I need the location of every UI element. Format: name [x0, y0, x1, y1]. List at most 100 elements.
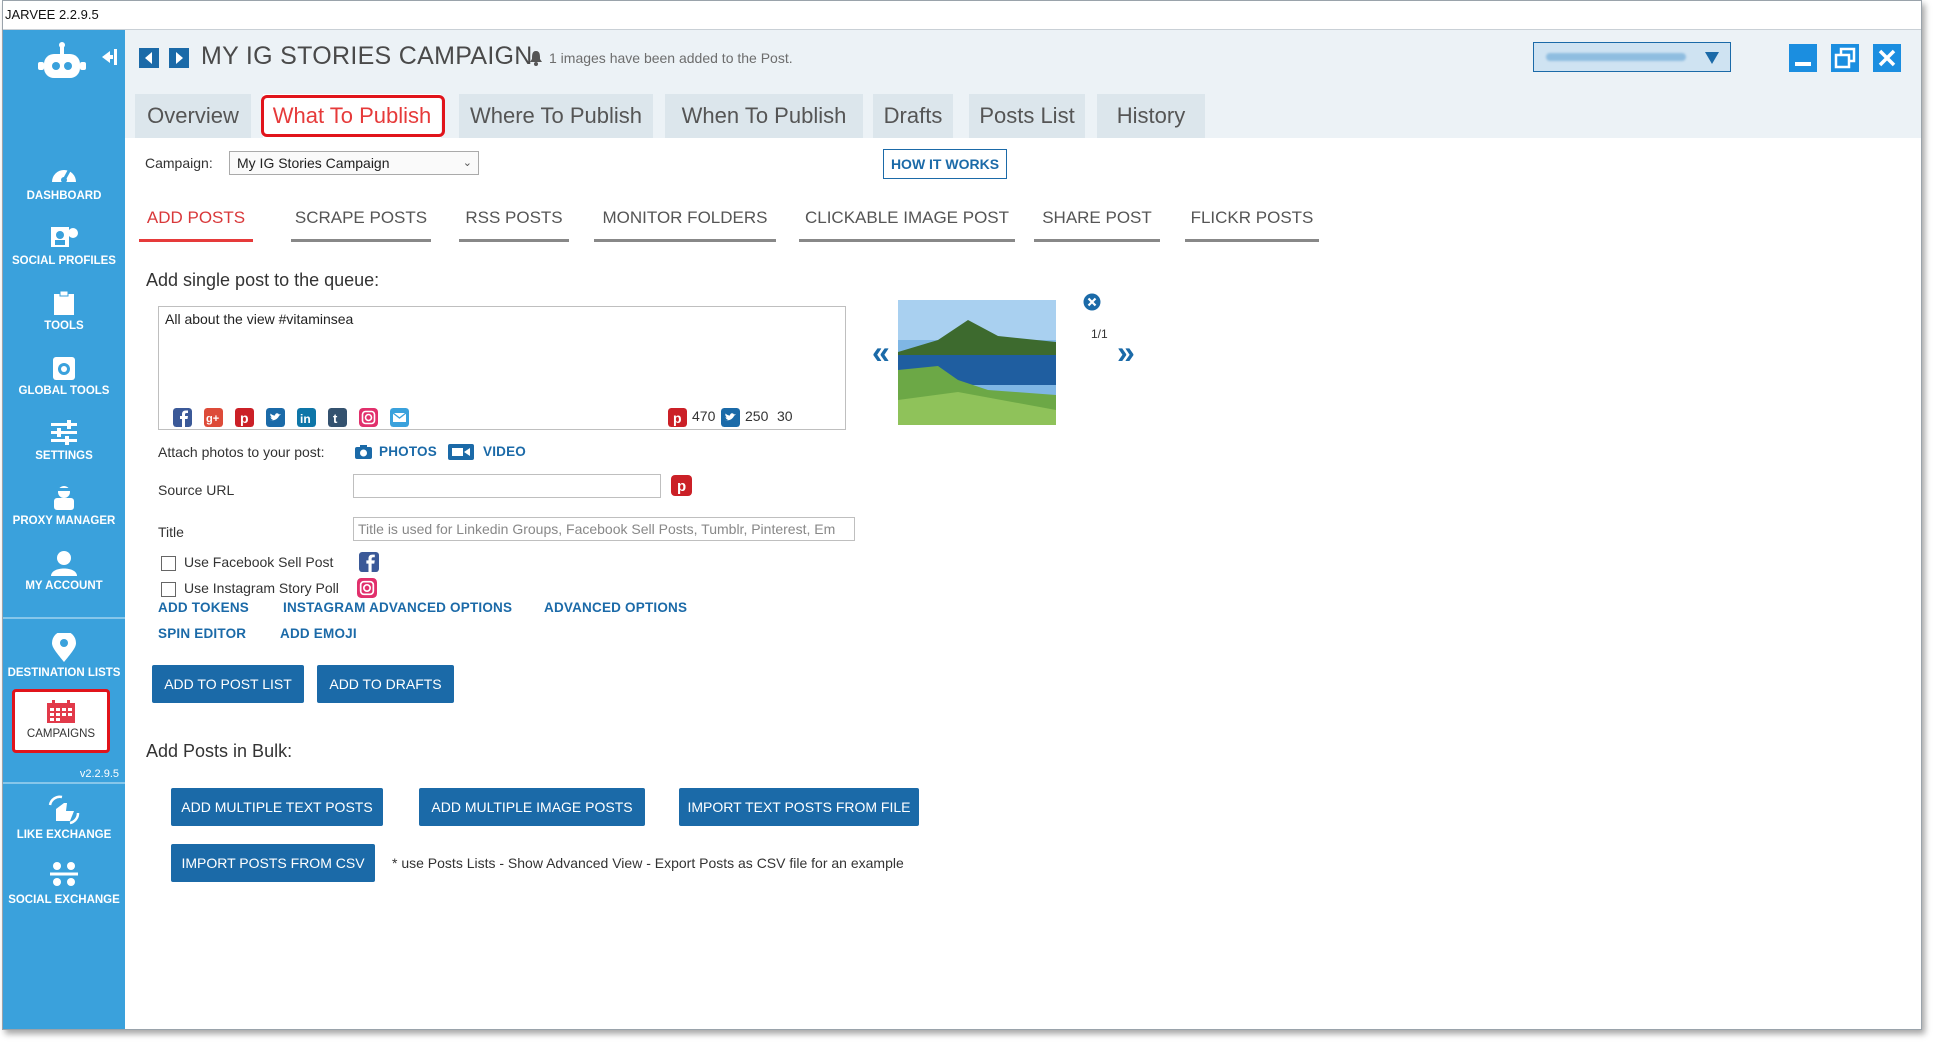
facebook-sell-label: Use Facebook Sell Post	[184, 554, 334, 570]
instagram-advanced-options-link[interactable]: INSTAGRAM ADVANCED OPTIONS	[283, 600, 512, 615]
sidebar-item-tools[interactable]: TOOLS	[3, 290, 125, 332]
sidebar-item-dashboard[interactable]: DASHBOARD	[3, 160, 125, 202]
post-image	[898, 300, 1056, 425]
sidebar-item-global-tools[interactable]: GLOBAL TOOLS	[3, 355, 125, 397]
logout-icon[interactable]	[100, 46, 122, 68]
sidebar-item-my-account[interactable]: MY ACCOUNT	[3, 550, 125, 592]
twitter-icon[interactable]	[266, 408, 285, 427]
dashboard-icon	[52, 168, 76, 183]
sidebar-item-settings[interactable]: SETTINGS	[3, 420, 125, 462]
import-posts-from-csv-button[interactable]: IMPORT POSTS FROM CSV	[171, 844, 375, 882]
email-icon[interactable]	[390, 408, 409, 427]
proxy-manager-icon	[54, 486, 74, 510]
restore-icon[interactable]	[1831, 44, 1859, 72]
facebook-icon[interactable]	[173, 408, 192, 427]
sidebar-item-destination-lists[interactable]: DESTINATION LISTS	[3, 633, 125, 679]
svg-text:t: t	[333, 411, 338, 426]
linkedin-icon[interactable]: in	[297, 408, 316, 427]
remove-image-icon[interactable]	[1083, 293, 1101, 311]
subtab-label: CLICKABLE IMAGE POST	[804, 208, 1010, 227]
subtab-scrape-posts[interactable]: SCRAPE POSTS	[291, 208, 431, 242]
subtab-underline	[594, 239, 776, 242]
sidebar-item-proxy-manager[interactable]: PROXY MANAGER	[3, 485, 125, 527]
how-it-works-button[interactable]: HOW IT WORKS	[883, 149, 1007, 179]
chevron-down-icon	[1705, 52, 1719, 64]
sidebar-item-social-profiles[interactable]: SOCIAL PROFILES	[3, 225, 125, 267]
settings-icon	[51, 420, 77, 445]
add-multiple-text-posts-button[interactable]: ADD MULTIPLE TEXT POSTS	[171, 788, 383, 826]
campaigns-nav-content: CAMPAIGNS	[15, 700, 107, 740]
social-profiles-icon	[51, 227, 78, 247]
campaign-select-value: My IG Stories Campaign	[237, 155, 390, 171]
camera-icon[interactable]	[354, 444, 373, 460]
instagram-poll-checkbox[interactable]	[161, 582, 176, 597]
video-button[interactable]: VIDEO	[483, 444, 526, 459]
facebook-icon	[359, 552, 379, 572]
subtab-flickr-posts[interactable]: FLICKR POSTS	[1185, 208, 1319, 242]
subtab-underline	[291, 239, 431, 242]
subtab-underline	[1034, 239, 1160, 242]
add-to-post-list-button[interactable]: ADD TO POST LIST	[152, 665, 304, 703]
subtab-add-posts[interactable]: ADD POSTS	[139, 208, 253, 242]
pinterest-source-icon[interactable]: p	[671, 475, 692, 496]
facebook-sell-checkbox[interactable]	[161, 556, 176, 571]
minimize-icon[interactable]	[1789, 44, 1817, 72]
bulk-heading: Add Posts in Bulk:	[146, 741, 293, 761]
instagram-poll-label: Use Instagram Story Poll	[184, 580, 339, 596]
sidebar-item-campaigns[interactable]: CAMPAIGNS	[12, 689, 110, 753]
back-arrow-icon[interactable]	[139, 48, 159, 68]
single-post-heading: Add single post to the queue:	[146, 270, 380, 290]
sidebar-item-label: LIKE EXCHANGE	[16, 829, 112, 841]
add-to-drafts-button[interactable]: ADD TO DRAFTS	[317, 665, 454, 703]
social-exchange-icon	[50, 862, 78, 886]
next-image-arrow[interactable]: »	[1117, 334, 1135, 371]
instagram-icon	[357, 578, 377, 598]
subtab-rss-posts[interactable]: RSS POSTS	[459, 208, 569, 242]
forward-arrow-icon[interactable]	[169, 48, 189, 68]
tab-overview[interactable]: Overview	[135, 94, 251, 138]
svg-text:g+: g+	[206, 413, 219, 425]
svg-text:p: p	[673, 410, 682, 426]
campaign-select[interactable]: My IG Stories Campaign ⌄	[229, 151, 479, 175]
twitter-counter-icon	[721, 408, 740, 427]
sidebar-item-social-exchange[interactable]: SOCIAL EXCHANGE	[3, 860, 125, 906]
app-window: JARVEE 2.2.9.5 DASHBOARD SOCIAL PROFILES…	[2, 0, 1922, 1030]
spin-editor-link[interactable]: SPIN EDITOR	[158, 626, 246, 641]
version-label: v2.2.9.5	[79, 768, 119, 780]
window-title: JARVEE 2.2.9.5	[3, 1, 1921, 30]
tab-when-to-publish[interactable]: When To Publish	[665, 94, 863, 138]
subtab-share-post[interactable]: SHARE POST	[1034, 208, 1160, 242]
subtab-clickable-image-post[interactable]: CLICKABLE IMAGE POST	[799, 208, 1015, 242]
subtab-underline	[139, 239, 253, 242]
tab-what-to-publish[interactable]: What To Publish	[263, 94, 441, 138]
source-url-input[interactable]	[353, 474, 661, 498]
post-text: All about the view #vitaminsea	[165, 311, 354, 327]
tab-posts-list[interactable]: Posts List	[969, 94, 1085, 138]
sidebar-item-like-exchange[interactable]: LIKE EXCHANGE	[3, 795, 125, 841]
add-multiple-image-posts-button[interactable]: ADD MULTIPLE IMAGE POSTS	[419, 788, 645, 826]
video-camera-icon[interactable]	[447, 443, 475, 461]
post-text-area[interactable]: All about the view #vitaminsea g+ p in t…	[158, 306, 846, 430]
tab-drafts[interactable]: Drafts	[873, 94, 953, 138]
add-emoji-link[interactable]: ADD EMOJI	[280, 626, 357, 641]
account-email-blurred	[1546, 53, 1686, 61]
tumblr-icon[interactable]: t	[328, 408, 347, 427]
like-exchange-icon	[48, 795, 80, 825]
add-tokens-link[interactable]: ADD TOKENS	[158, 600, 249, 615]
account-select[interactable]	[1533, 42, 1731, 72]
bell-icon	[530, 51, 542, 66]
title-input[interactable]: Title is used for Linkedin Groups, Faceb…	[353, 517, 855, 541]
photos-button[interactable]: PHOTOS	[379, 444, 437, 459]
sidebar-item-label: DASHBOARD	[26, 190, 102, 202]
google-plus-icon[interactable]: g+	[204, 408, 223, 427]
close-icon[interactable]	[1873, 44, 1901, 72]
advanced-options-link[interactable]: ADVANCED OPTIONS	[544, 600, 687, 615]
pinterest-icon[interactable]: p	[235, 408, 254, 427]
subtab-monitor-folders[interactable]: MONITOR FOLDERS	[594, 208, 776, 242]
tab-where-to-publish[interactable]: Where To Publish	[459, 94, 653, 138]
tab-history[interactable]: History	[1097, 94, 1205, 138]
instagram-icon[interactable]	[359, 408, 378, 427]
prev-image-arrow[interactable]: «	[872, 334, 890, 371]
import-text-posts-from-file-button[interactable]: IMPORT TEXT POSTS FROM FILE	[679, 788, 919, 826]
header-bar: MY IG STORIES CAMPAIGN 1 images have bee…	[125, 30, 1921, 88]
